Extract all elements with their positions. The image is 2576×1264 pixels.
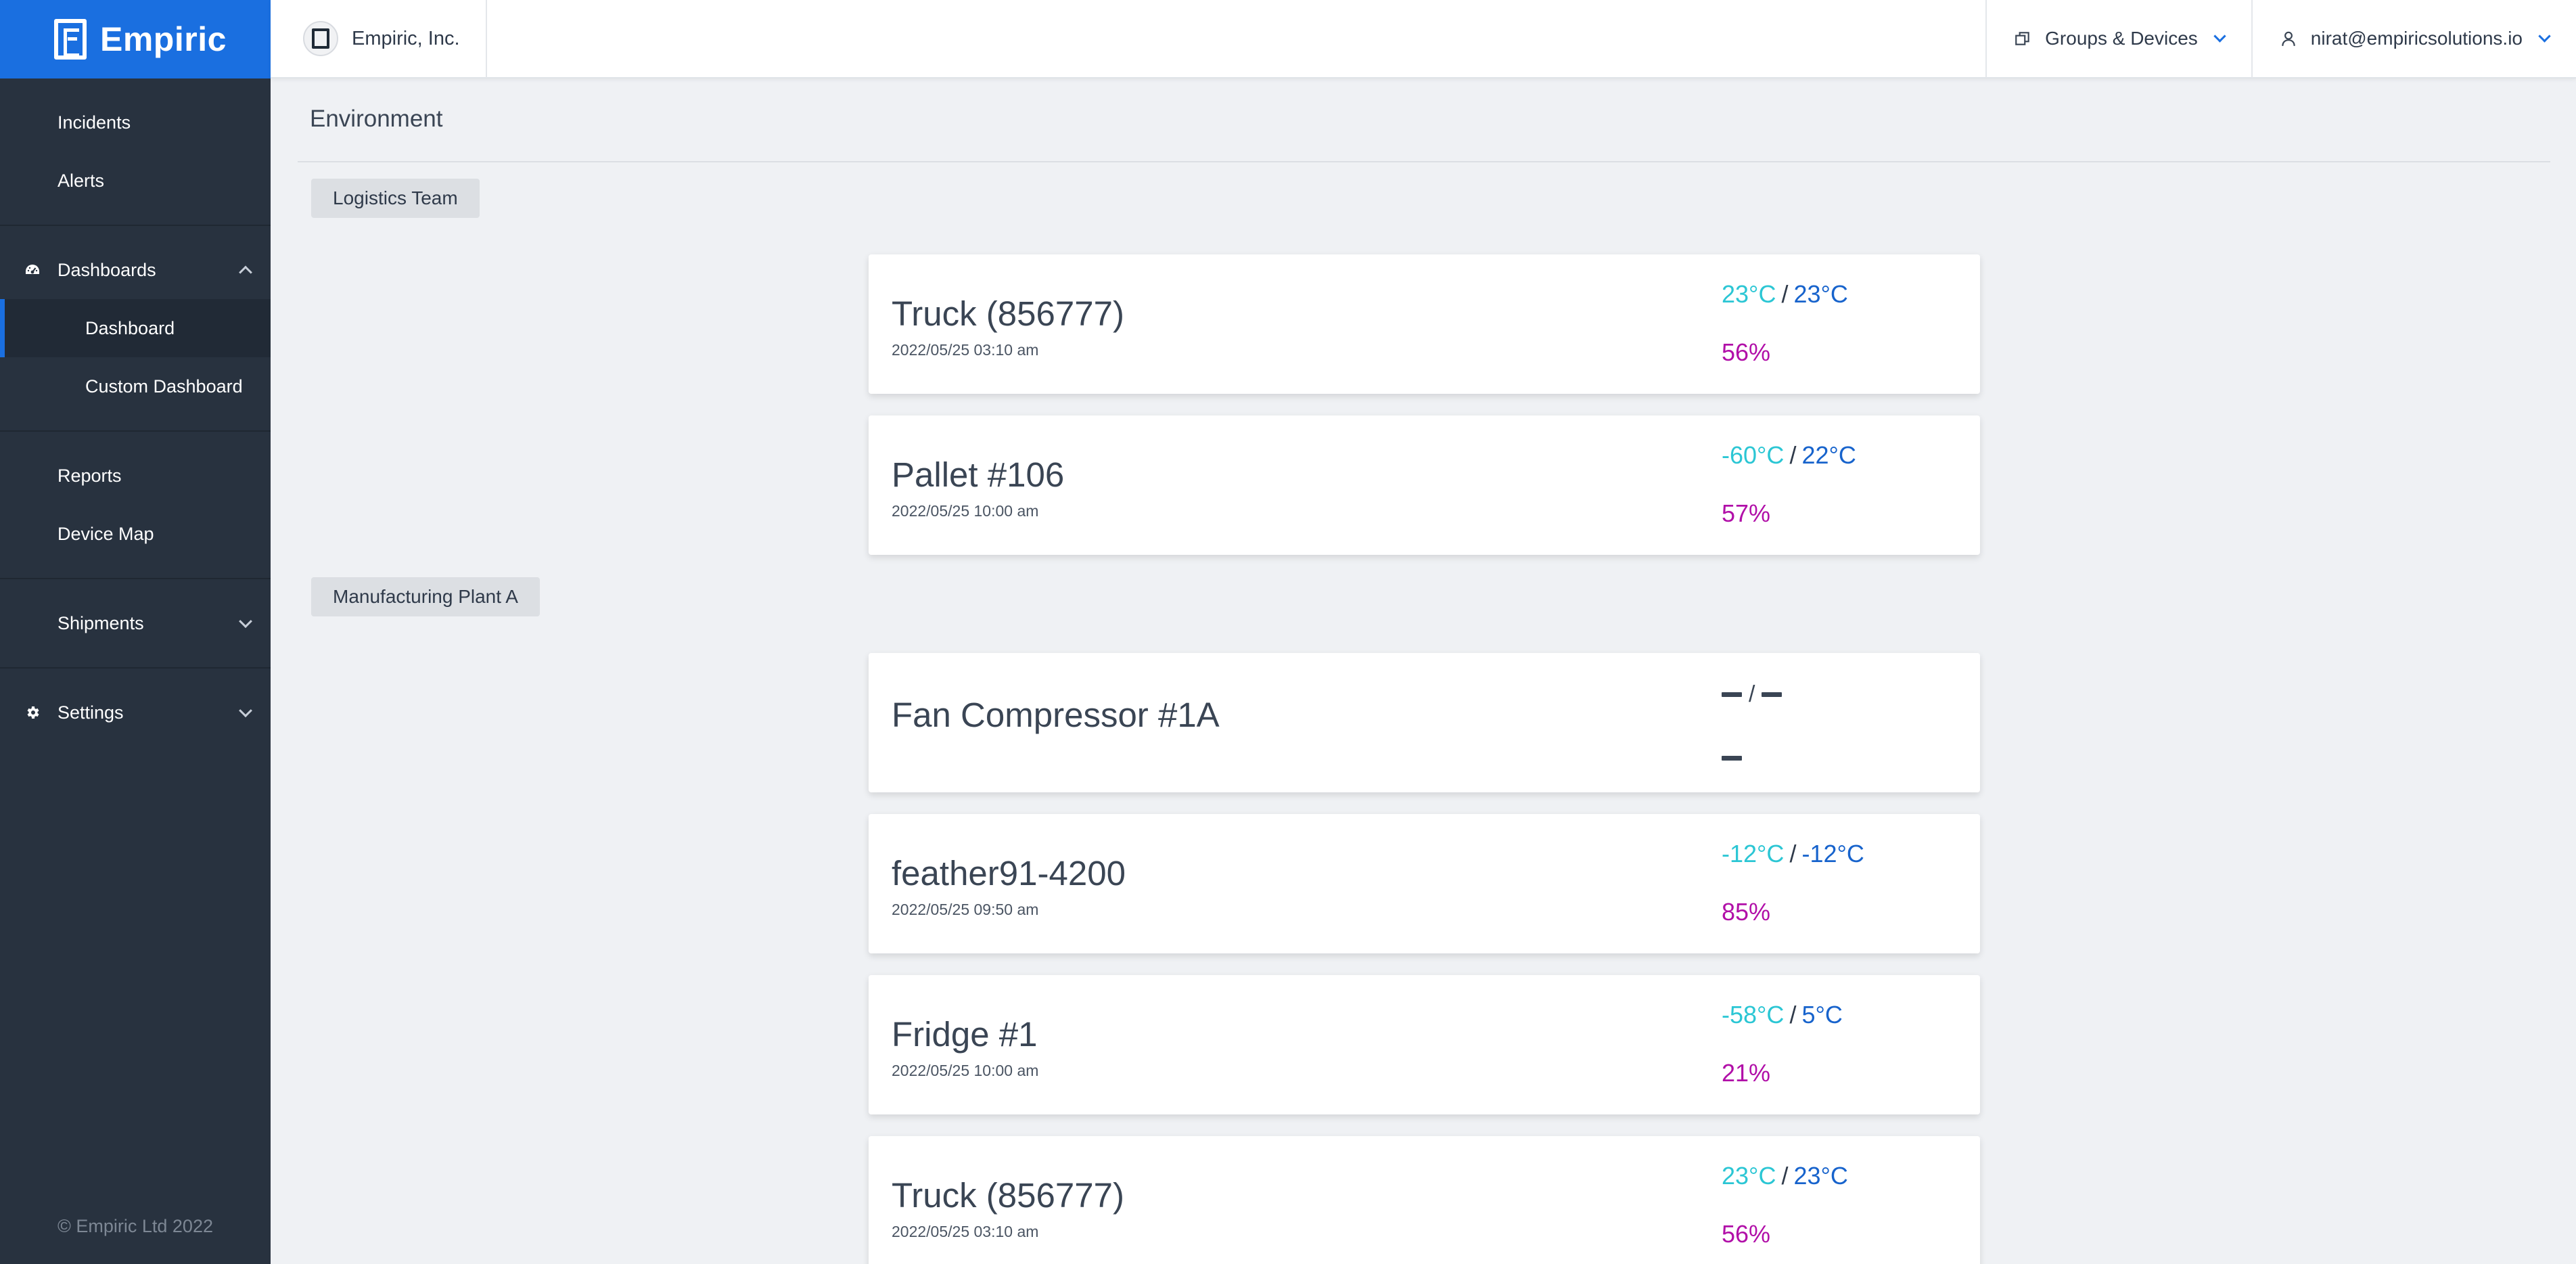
temperature-max: -12°C (1801, 840, 1864, 867)
sidebar-item-label: Dashboard (85, 317, 175, 338)
device-name: Truck (856777) (892, 1176, 1124, 1215)
device-timestamp: 2022/05/25 10:00 am (892, 502, 1039, 520)
temperature-max: 5°C (1801, 1001, 1843, 1029)
humidity-reading: 57% (1722, 499, 1771, 527)
group-tag: Logistics Team (311, 179, 480, 218)
no-data-dash (1722, 692, 1742, 697)
no-data-dash (1722, 755, 1742, 761)
temperature-min: 23°C (1722, 280, 1776, 308)
device-timestamp: 2022/05/25 09:50 am (892, 901, 1039, 918)
brand[interactable]: Empiric (0, 0, 271, 78)
temperature-separator: / (1749, 681, 1755, 707)
chevron-up-icon (239, 265, 252, 279)
device-card[interactable]: Pallet #106 2022/05/25 10:00 am -60°C/22… (869, 415, 1980, 555)
copy-window-icon (2015, 32, 2029, 45)
topbar: Empiric, Inc. Groups & Devices nirat@emp… (271, 0, 2576, 78)
chevron-down-icon (2213, 29, 2226, 43)
device-card[interactable]: Truck (856777) 2022/05/25 03:10 am 23°C /… (869, 254, 1980, 394)
sidebar-item-alerts[interactable]: Alerts (0, 152, 271, 210)
divider (298, 161, 2550, 162)
device-card[interactable]: feather91-4200 2022/05/25 09:50 am -12°C… (869, 814, 1980, 953)
device-name: feather91-4200 (892, 854, 1126, 893)
user-menu[interactable]: nirat@empiricsolutions.io (2251, 0, 2576, 78)
temperature-reading: 23°C/23°C (1722, 1162, 1848, 1190)
temperature-separator: / (1781, 1162, 1789, 1190)
groups-devices-menu[interactable]: Groups & Devices (1985, 0, 2251, 78)
temperature-min: -58°C (1722, 1001, 1785, 1029)
nav-group-reports: Reports Device Map (0, 432, 271, 579)
sidebar-item-device-map[interactable]: Device Map (0, 505, 271, 563)
nav-group-settings: Settings (0, 669, 271, 757)
sidebar-item-incidents[interactable]: Incidents (0, 93, 271, 152)
sidebar: Empiric Incidents Alerts Dashboards Dash… (0, 0, 271, 1264)
sidebar-item-settings[interactable]: Settings (0, 683, 271, 742)
brand-name: Empiric (100, 20, 227, 58)
humidity-reading: 56% (1722, 1220, 1771, 1248)
groups-devices-label: Groups & Devices (2045, 28, 2198, 49)
sidebar-item-label: Dashboards (58, 259, 156, 280)
user-icon (2282, 31, 2295, 46)
device-timestamp: 2022/05/25 03:10 am (892, 1223, 1039, 1240)
temperature-max: 22°C (1801, 441, 1856, 469)
no-data-dash (1762, 692, 1782, 697)
temperature-separator: / (1789, 840, 1797, 867)
org-switcher[interactable]: Empiric, Inc. (271, 0, 487, 78)
copyright: © Empiric Ltd 2022 (57, 1216, 213, 1236)
dashboard-gauge-icon (26, 265, 39, 274)
humidity-reading: 56% (1722, 338, 1771, 366)
page-title: Environment (310, 106, 443, 132)
temperature-max: 23°C (1793, 1162, 1848, 1190)
device-card[interactable]: Fan Compressor #1A / (869, 653, 1980, 792)
temperature-reading: -60°C/22°C (1722, 441, 1856, 470)
temperature-min: 23°C (1722, 1162, 1776, 1190)
empiric-logo-icon (54, 19, 87, 60)
sidebar-item-label: Custom Dashboard (85, 376, 243, 397)
chevron-down-icon (2538, 29, 2551, 43)
sidebar-item-label: Shipments (58, 612, 144, 633)
sidebar-item-label: Alerts (58, 170, 105, 191)
chevron-down-icon (239, 614, 252, 629)
sidebar-item-label: Incidents (58, 112, 131, 133)
temperature-separator: / (1789, 441, 1797, 469)
device-timestamp: 2022/05/25 03:10 am (892, 341, 1039, 359)
sidebar-item-reports[interactable]: Reports (0, 447, 271, 505)
sidebar-item-label: Reports (58, 465, 122, 486)
sidebar-item-dashboard[interactable]: Dashboard (0, 299, 271, 357)
sidebar-item-dashboards[interactable]: Dashboards (0, 241, 271, 299)
device-timestamp: 2022/05/25 10:00 am (892, 1062, 1039, 1079)
nav-group-alerts: Incidents Alerts (0, 78, 271, 226)
chevron-down-icon (239, 704, 252, 718)
device-name: Fan Compressor #1A (892, 696, 1220, 734)
temperature-reading: -58°C/5°C (1722, 1001, 1843, 1029)
sidebar-item-shipments[interactable]: Shipments (0, 594, 271, 652)
device-name: Pallet #106 (892, 455, 1065, 494)
temperature-separator: / (1789, 1001, 1797, 1029)
temperature-reading: / (1722, 679, 1782, 708)
user-email: nirat@empiricsolutions.io (2310, 28, 2523, 49)
temperature-max: 23°C (1793, 280, 1848, 308)
nav-group-dashboards: Dashboards Dashboard Custom Dashboard (0, 226, 271, 432)
nav-group-shipments: Shipments (0, 579, 271, 669)
humidity-reading (1722, 742, 1742, 771)
temperature-reading: -12°C / -12°C (1722, 840, 1864, 868)
temperature-min: -60°C (1722, 441, 1785, 469)
sidebar-item-custom-dashboard[interactable]: Custom Dashboard (0, 357, 271, 415)
device-name: Fridge #1 (892, 1015, 1038, 1054)
org-logo-icon (303, 21, 338, 56)
temperature-separator: / (1781, 280, 1789, 308)
temperature-min: -12°C (1722, 840, 1785, 867)
sidebar-item-label: Device Map (58, 523, 154, 544)
temperature-reading: 23°C/23°C (1722, 280, 1848, 309)
device-name: Truck (856777) (892, 294, 1124, 333)
gear-icon (27, 706, 39, 719)
sidebar-item-label: Settings (58, 702, 124, 723)
humidity-reading: 21% (1722, 1059, 1771, 1087)
humidity-reading: 85% (1722, 898, 1771, 926)
device-card[interactable]: Truck (856777) 2022/05/25 03:10 am 23°C /… (869, 1136, 1980, 1264)
group-tag: Manufacturing Plant A (311, 577, 540, 616)
device-card[interactable]: Fridge #1 2022/05/25 10:00 am -58°C/5°C … (869, 975, 1980, 1114)
org-name: Empiric, Inc. (352, 27, 460, 49)
